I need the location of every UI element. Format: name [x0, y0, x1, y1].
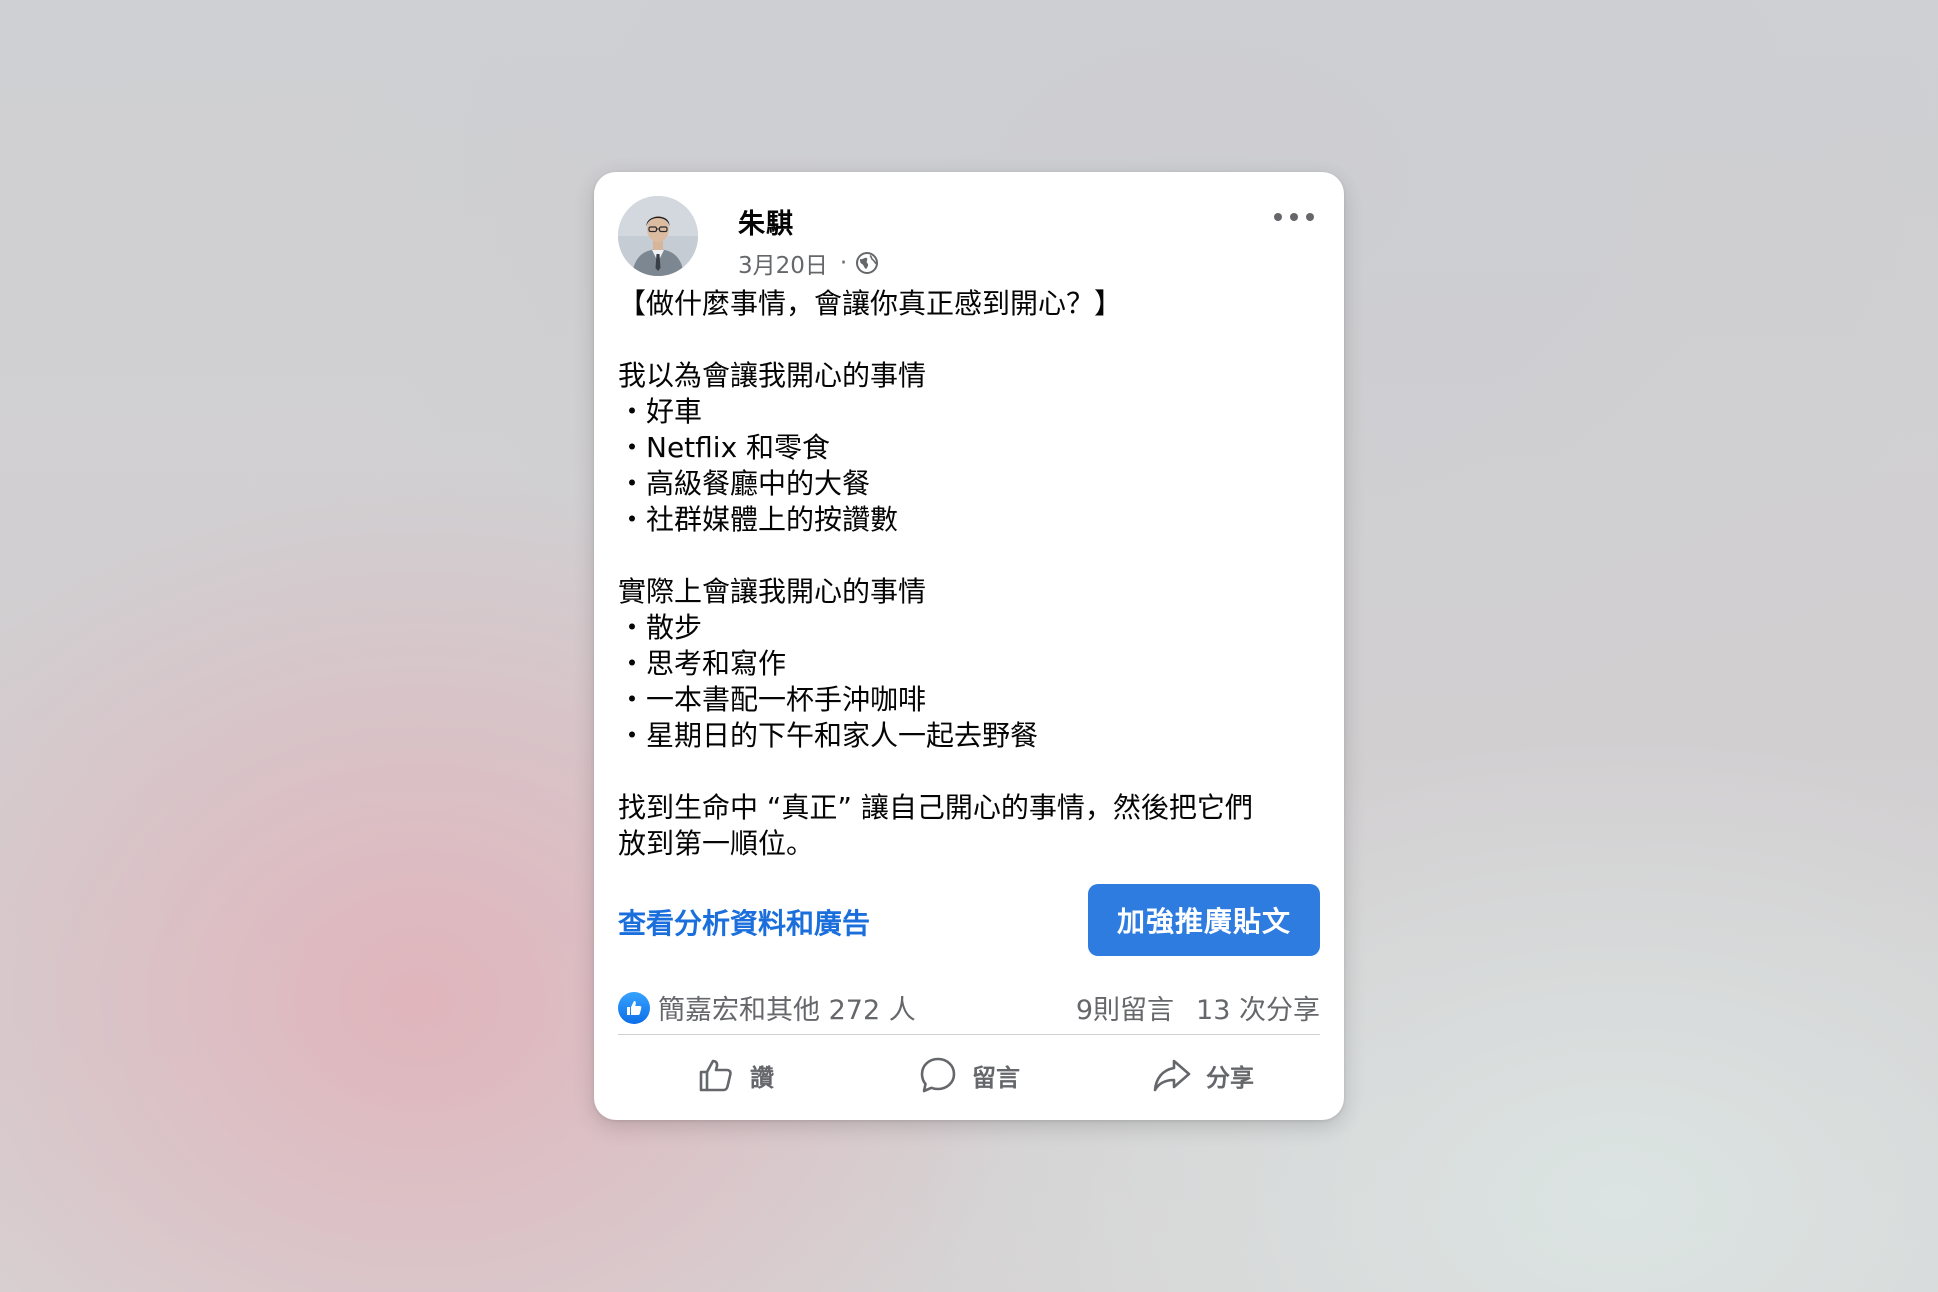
like-label: 讚: [750, 1063, 774, 1092]
post-line: [618, 322, 1320, 358]
like-badge-icon: [618, 991, 650, 1024]
reactions-summary[interactable]: 簡嘉宏和其他 272 人: [618, 988, 916, 1027]
globe-icon: [855, 251, 879, 275]
post-actions: 讚 留言 分享: [618, 1035, 1320, 1115]
post-line: ・Netflix 和零食: [618, 431, 831, 464]
reactions-label: 簡嘉宏和其他 272 人: [658, 995, 916, 1026]
post-line: ・一本書配一杯手沖咖啡: [618, 683, 927, 716]
avatar[interactable]: [618, 196, 698, 276]
insights-and-ads-link[interactable]: 查看分析資料和廣告: [618, 902, 870, 942]
boost-post-button[interactable]: 加強推廣貼文: [1088, 884, 1320, 956]
post-line: [618, 754, 1320, 790]
shares-count[interactable]: 13 次分享: [1196, 988, 1320, 1027]
post-card: 朱騏 3月20日 · 【做什麼事情，會讓你真正感到開心？】 我以為會讓我開心的事…: [594, 172, 1344, 1120]
engagement-stats: 簡嘉宏和其他 272 人 9則留言 13 次分享: [618, 980, 1320, 1030]
counts: 9則留言 13 次分享: [1076, 988, 1320, 1027]
post-line: 我以為會讓我開心的事情: [618, 359, 927, 392]
post-body: 【做什麼事情，會讓你真正感到開心？】 我以為會讓我開心的事情 ・好車 ・Netf…: [618, 286, 1320, 862]
post-line: 實際上會讓我開心的事情: [618, 575, 927, 608]
post-line: ・星期日的下午和家人一起去野餐: [618, 719, 1039, 752]
meta-separator: ·: [839, 250, 848, 276]
promo-row: 查看分析資料和廣告 加強推廣貼文: [618, 884, 1320, 958]
post-line: ・好車: [618, 395, 703, 428]
post-line: ・思考和寫作: [618, 647, 787, 680]
share-arrow-icon: [1153, 1059, 1191, 1092]
comments-count[interactable]: 9則留言: [1076, 988, 1174, 1027]
comment-label: 留言: [972, 1063, 1020, 1092]
post-line: 找到生命中 “真正” 讓自己開心的事情，然後把它們: [618, 791, 1253, 824]
post-line: ・散步: [618, 611, 703, 644]
post-line: [618, 538, 1320, 574]
post-line: ・社群媒體上的按讚數: [618, 503, 899, 536]
like-button[interactable]: 讚: [618, 1055, 852, 1095]
post-meta: 3月20日 ·: [738, 246, 879, 280]
author-name[interactable]: 朱騏: [738, 202, 794, 241]
share-label: 分享: [1206, 1063, 1254, 1092]
post-line: ・高級餐廳中的大餐: [618, 467, 871, 500]
comment-bubble-icon: [920, 1057, 956, 1093]
share-button[interactable]: 分享: [1086, 1055, 1320, 1095]
post-date[interactable]: 3月20日: [738, 246, 828, 280]
post-line: 【做什麼事情，會讓你真正感到開心？】: [618, 287, 1123, 320]
post-header: 朱騏 3月20日 ·: [618, 172, 1320, 284]
more-options-icon[interactable]: [1274, 210, 1314, 224]
thumbs-up-icon: [699, 1059, 732, 1092]
comment-button[interactable]: 留言: [852, 1055, 1086, 1095]
post-line: 放到第一順位。: [618, 827, 815, 860]
